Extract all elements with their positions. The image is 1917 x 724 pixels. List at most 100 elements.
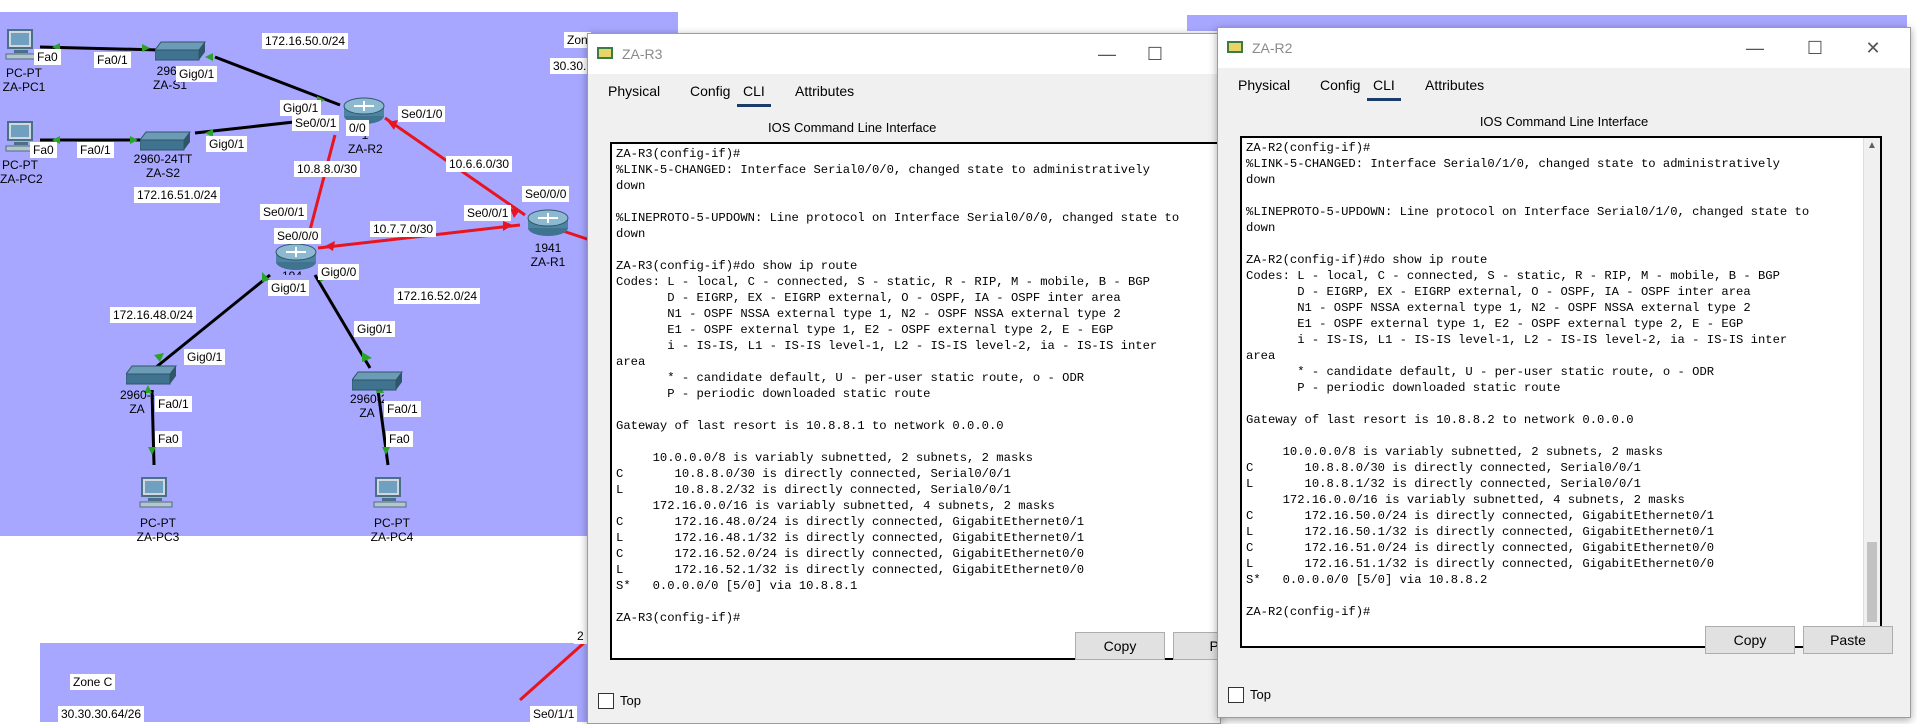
device-label-pc3: PC-PT ZA-PC3 <box>128 516 188 544</box>
port-label: 0/0 <box>346 120 369 136</box>
network-label: 2 <box>574 628 587 644</box>
device-hostname: ZA <box>129 402 145 416</box>
tab-physical[interactable]: Physical <box>1232 72 1296 98</box>
port-label: Fa0/1 <box>384 401 421 417</box>
tab-config[interactable]: Config <box>1314 72 1366 98</box>
device-label-pc4: PC-PT ZA-PC4 <box>362 516 422 544</box>
port-label: Se0/0/1 <box>464 205 512 221</box>
top-checkbox[interactable] <box>598 693 614 709</box>
tab-attributes[interactable]: Attributes <box>789 78 860 104</box>
port-label: Gig0/1 <box>268 280 310 296</box>
network-label: 172.16.52.0/24 <box>394 288 481 304</box>
device-label-s2: 2960-24TT ZA-S2 <box>128 152 198 180</box>
port-label: Se0/1/0 <box>398 106 446 122</box>
window-title: ZA-R3 <box>622 46 663 62</box>
port-label: Gig0/1 <box>206 136 248 152</box>
device-window-r3[interactable]: ZA-R3 — ☐ Physical Config CLI Attributes… <box>587 33 1263 724</box>
minimize-icon[interactable]: — <box>1090 42 1124 66</box>
top-checkbox-label: Top <box>620 693 641 708</box>
device-model: 1941 <box>534 241 562 255</box>
switch-icon[interactable] <box>125 362 178 391</box>
network-label: 10.6.6.0/30 <box>446 156 513 172</box>
tab-cli[interactable]: CLI <box>1367 72 1401 101</box>
window-title: ZA-R2 <box>1252 40 1293 56</box>
port-label: Se0/0/0 <box>274 228 322 244</box>
device-model: PC-PT <box>2 158 38 172</box>
port-label: Fa0/1 <box>155 396 192 412</box>
port-label: Gig0/0 <box>318 264 360 280</box>
minimize-icon[interactable]: — <box>1738 36 1772 60</box>
tab-cli[interactable]: CLI <box>737 78 771 107</box>
port-label: Se0/0/0 <box>522 186 570 202</box>
device-model: 2960-24TT <box>350 392 384 406</box>
device-hostname: ZA-R1 <box>530 255 566 269</box>
port-label: Se0/0/1 <box>292 115 340 131</box>
panel-title: IOS Command Line Interface <box>1479 114 1649 129</box>
title-bar[interactable]: ZA-R3 — ☐ <box>588 34 1220 74</box>
packet-tracer-icon <box>1226 38 1244 56</box>
port-label: Gig0/1 <box>176 66 218 82</box>
network-label: 172.16.48.0/24 <box>110 307 197 323</box>
device-hostname: ZA-PC2 <box>0 172 43 186</box>
device-hostname: ZA-S2 <box>145 166 180 180</box>
device-model: 2960-24TT <box>133 152 193 166</box>
port-label: Fa0 <box>386 431 413 447</box>
port-label: Fa0 <box>155 431 182 447</box>
network-label: 172.16.50.0/24 <box>262 33 349 49</box>
device-model: PC-PT <box>140 516 176 530</box>
device-hostname: ZA <box>359 406 375 420</box>
device-hostname: ZA-PC3 <box>136 530 180 544</box>
console-scrollbar[interactable]: ▲ ▼ <box>1863 138 1880 646</box>
panel-title: IOS Command Line Interface <box>768 120 937 135</box>
device-label-r1: 1941 ZA-R1 <box>528 241 568 269</box>
copy-button[interactable]: Copy <box>1705 626 1795 654</box>
top-checkbox[interactable] <box>1228 687 1244 703</box>
device-model: 1941 <box>282 269 302 275</box>
maximize-icon[interactable]: ☐ <box>1138 42 1172 66</box>
close-icon[interactable]: ✕ <box>1856 36 1890 60</box>
switch-icon[interactable] <box>154 38 207 67</box>
tab-physical[interactable]: Physical <box>602 78 666 104</box>
scroll-thumb[interactable] <box>1867 542 1877 622</box>
port-label: Gig0/1 <box>184 349 226 365</box>
device-label-pc1: PC-PT ZA-PC1 <box>0 66 48 94</box>
network-label: 30.30.30.64/26 <box>58 706 145 722</box>
network-label: 10.8.8.0/30 <box>294 161 361 177</box>
device-hostname: ZA-PC1 <box>2 80 46 94</box>
tab-attributes[interactable]: Attributes <box>1419 72 1490 98</box>
cli-console[interactable]: ZA-R2(config-if)# %LINK-5-CHANGED: Inter… <box>1240 136 1882 648</box>
pc-icon[interactable] <box>138 476 174 515</box>
scroll-up-icon[interactable]: ▲ <box>1864 138 1880 154</box>
device-window-r2[interactable]: ZA-R2 — ☐ ✕ Physical Config CLI Attribut… <box>1217 27 1911 718</box>
network-label: 172.16.51.0/24 <box>134 187 221 203</box>
paste-button[interactable]: Paste <box>1803 626 1893 654</box>
tab-config[interactable]: Config <box>684 78 736 104</box>
port-label: Fa0/1 <box>94 52 131 68</box>
port-label: Se0/0/1 <box>260 204 308 220</box>
port-label: Se0/1/1 <box>530 706 578 722</box>
device-label-r3: 1941 <box>282 269 302 275</box>
zone-label: Zone C <box>70 674 116 690</box>
cli-output[interactable]: ZA-R2(config-if)# %LINK-5-CHANGED: Inter… <box>1242 138 1880 622</box>
packet-tracer-icon <box>596 44 614 62</box>
device-model: PC-PT <box>6 66 42 80</box>
device-label-s3: 2960-24TT ZA <box>120 388 154 416</box>
top-checkbox-label: Top <box>1250 687 1271 702</box>
pc-icon[interactable] <box>372 476 408 515</box>
port-label: Gig0/1 <box>280 100 322 116</box>
device-model: 2960-24TT <box>120 388 154 402</box>
maximize-icon[interactable]: ☐ <box>1798 36 1832 60</box>
device-label-pc2: PC-PT ZA-PC2 <box>0 158 43 186</box>
cli-output[interactable]: ZA-R3(config-if)# %LINK-5-CHANGED: Inter… <box>612 144 1232 628</box>
device-hostname: ZA-PC4 <box>370 530 414 544</box>
title-bar[interactable]: ZA-R2 — ☐ ✕ <box>1218 28 1910 68</box>
device-model: PC-PT <box>374 516 410 530</box>
copy-button[interactable]: Copy <box>1075 632 1165 660</box>
port-label: Fa0 <box>34 49 61 65</box>
device-hostname: ZA-R2 <box>348 142 383 156</box>
network-label: 10.7.7.0/30 <box>370 221 437 237</box>
device-label-s4: 2960-24TT ZA <box>350 392 384 420</box>
cli-console[interactable]: ZA-R3(config-if)# %LINK-5-CHANGED: Inter… <box>610 142 1234 660</box>
port-label: Gig0/1 <box>354 321 396 337</box>
router-icon[interactable] <box>526 208 570 243</box>
